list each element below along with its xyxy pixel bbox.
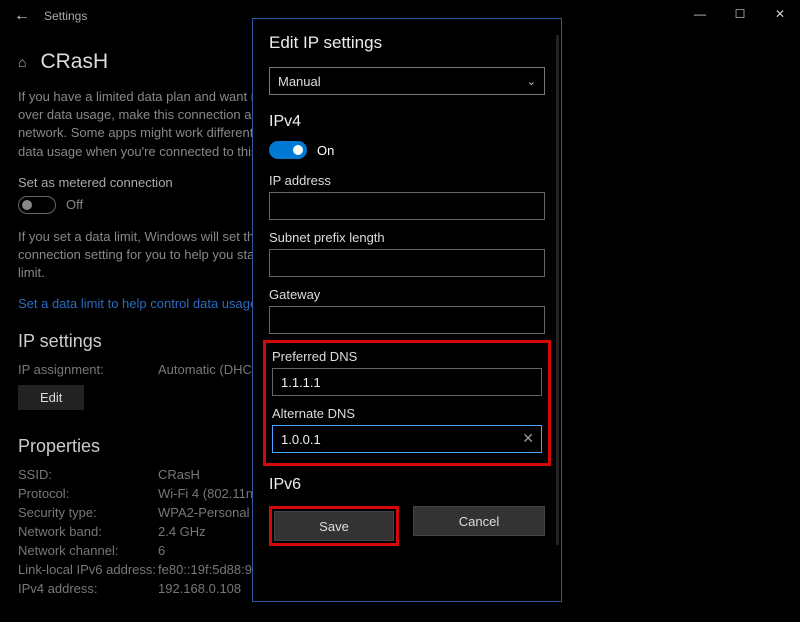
metered-state: Off <box>66 197 83 212</box>
home-icon[interactable]: ⌂ <box>18 54 26 70</box>
gateway-label: Gateway <box>269 287 545 302</box>
cancel-button[interactable]: Cancel <box>413 506 545 536</box>
property-key: SSID: <box>18 467 158 482</box>
chevron-down-icon: ⌄ <box>527 75 536 88</box>
preferred-dns-label: Preferred DNS <box>272 349 542 364</box>
save-highlight-box: Save <box>269 506 399 546</box>
dns-highlight-box: Preferred DNS Alternate DNS ✕ <box>263 340 551 466</box>
page-title: CRasH <box>40 50 108 74</box>
property-key: Network band: <box>18 524 158 539</box>
save-button[interactable]: Save <box>274 511 394 541</box>
property-value: Wi-Fi 4 (802.11n) <box>158 486 257 501</box>
property-value: 192.168.0.108 <box>158 581 241 596</box>
property-value: fe80::19f:5d88:9... <box>158 562 263 577</box>
property-value: 6 <box>158 543 165 558</box>
property-key: Link-local IPv6 address: <box>18 562 158 577</box>
ipv4-state: On <box>317 143 334 158</box>
preferred-dns-input[interactable] <box>272 368 542 396</box>
ipv6-title: IPv6 <box>269 476 545 494</box>
ipv4-toggle[interactable]: On <box>269 141 545 159</box>
property-key: Security type: <box>18 505 158 520</box>
ip-address-label: IP address <box>269 173 545 188</box>
clear-icon[interactable]: ✕ <box>522 430 534 447</box>
alternate-dns-input[interactable] <box>272 425 542 453</box>
edit-button[interactable]: Edit <box>18 385 84 410</box>
gateway-input[interactable] <box>269 306 545 334</box>
property-key: IPv4 address: <box>18 581 158 596</box>
property-key: Network channel: <box>18 543 158 558</box>
ip-address-input[interactable] <box>269 192 545 220</box>
property-value: CRasH <box>158 467 200 482</box>
ip-assignment-value: Automatic (DHCP) <box>158 362 265 377</box>
window-title: Settings <box>44 9 87 23</box>
ip-assignment-label: IP assignment: <box>18 362 158 377</box>
subnet-input[interactable] <box>269 249 545 277</box>
ipv4-title: IPv4 <box>269 113 545 131</box>
mode-select[interactable]: Manual ⌄ <box>269 67 545 95</box>
back-button[interactable]: ← <box>8 7 36 25</box>
dialog-title: Edit IP settings <box>269 33 545 53</box>
property-key: Protocol: <box>18 486 158 501</box>
subnet-label: Subnet prefix length <box>269 230 545 245</box>
property-value: 2.4 GHz <box>158 524 206 539</box>
property-value: WPA2-Personal <box>158 505 250 520</box>
close-button[interactable]: ✕ <box>760 0 800 28</box>
mode-value: Manual <box>278 74 321 89</box>
edit-ip-dialog: Edit IP settings Manual ⌄ IPv4 On IP add… <box>252 18 562 602</box>
window-controls: — ☐ ✕ <box>680 0 800 28</box>
alternate-dns-label: Alternate DNS <box>272 406 542 421</box>
minimize-button[interactable]: — <box>680 0 720 28</box>
maximize-button[interactable]: ☐ <box>720 0 760 28</box>
scrollbar[interactable] <box>556 35 559 545</box>
